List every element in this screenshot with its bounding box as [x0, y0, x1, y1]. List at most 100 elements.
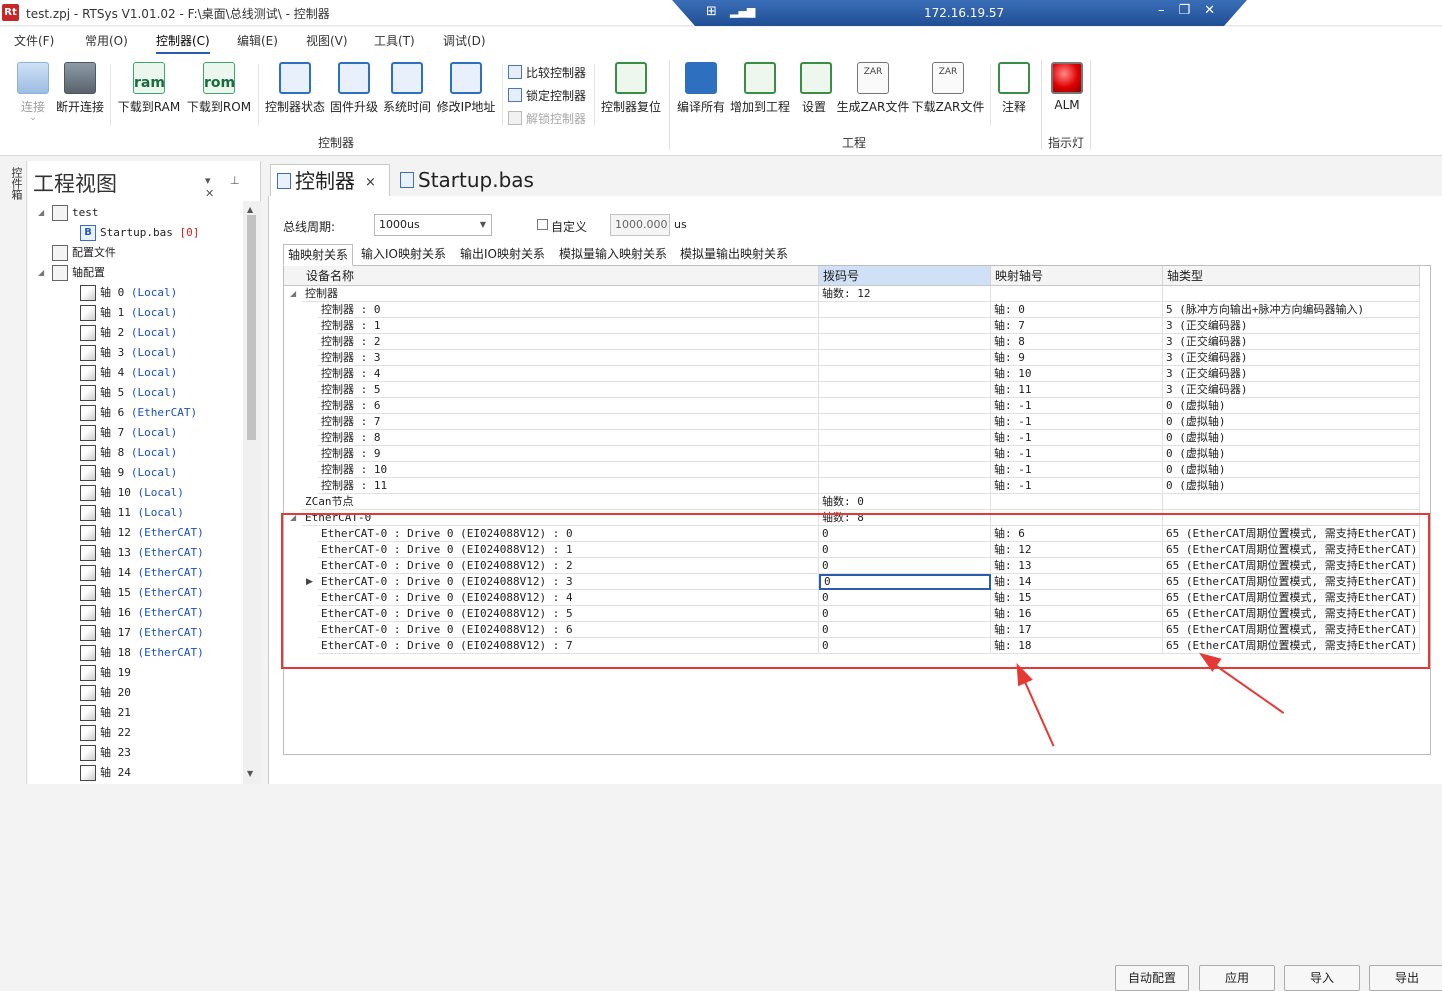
bus-cycle-select[interactable]: 1000us ▼: [374, 214, 492, 236]
cell-dip[interactable]: 轴数: 0: [819, 494, 991, 510]
tab-controller[interactable]: 控制器 ×: [270, 164, 390, 196]
tree-item[interactable]: 轴 21: [28, 703, 243, 723]
close-icon[interactable]: ×: [365, 175, 376, 190]
cell-type[interactable]: 0 (虚拟轴): [1163, 446, 1420, 462]
scroll-up-icon[interactable]: ▲: [247, 205, 253, 214]
download-rom-button[interactable]: rom 下载到ROM: [185, 62, 253, 115]
tab-startup-bas[interactable]: Startup.bas: [394, 164, 544, 196]
tree-item[interactable]: 轴 16 (EtherCAT): [28, 603, 243, 623]
add-to-project-button[interactable]: 增加到工程: [729, 62, 791, 115]
tree-item[interactable]: 轴 24: [28, 763, 243, 783]
menu-edit[interactable]: 编辑(E): [237, 32, 278, 49]
pin-icon[interactable]: ⊞: [706, 4, 717, 19]
settings-button[interactable]: 设置: [800, 62, 832, 115]
cell-dip[interactable]: [819, 302, 991, 318]
cell-dip[interactable]: [819, 350, 991, 366]
table-row[interactable]: 控制器 : 10 轴: -1 0 (虚拟轴): [284, 462, 1420, 478]
cell-type[interactable]: 0 (虚拟轴): [1163, 398, 1420, 414]
cell-dip[interactable]: [819, 318, 991, 334]
download-ram-button[interactable]: ram 下载到RAM: [116, 62, 182, 115]
toolbox-label[interactable]: 控件箱: [8, 167, 24, 200]
menu-common[interactable]: 常用(O): [85, 32, 128, 49]
panel-controls[interactable]: ▾ ⊥ ✕: [205, 174, 260, 200]
cell-axis[interactable]: 轴: 10: [991, 366, 1163, 382]
tree-item[interactable]: 轴 5 (Local): [28, 383, 243, 403]
table-row[interactable]: 控制器 : 8 轴: -1 0 (虚拟轴): [284, 430, 1420, 446]
tab-input-io-mapping[interactable]: 输入IO映射关系: [361, 244, 446, 266]
cell-dip[interactable]: 轴数: 12: [819, 286, 991, 302]
tree-item[interactable]: 轴 15 (EtherCAT): [28, 583, 243, 603]
cell-type[interactable]: 3 (正交编码器): [1163, 318, 1420, 334]
cell-type[interactable]: [1163, 494, 1420, 510]
table-row[interactable]: 控制器 : 0 轴: 05 (脉冲方向输出+脉冲方向编码器输入): [284, 302, 1420, 318]
table-row[interactable]: 控制器 轴数: 12 ◢: [284, 286, 1420, 302]
lock-controller-button[interactable]: 锁定控制器: [508, 87, 586, 107]
tab-output-io-mapping[interactable]: 输出IO映射关系: [460, 244, 545, 266]
menu-debug[interactable]: 调试(D): [443, 32, 486, 49]
cell-dip[interactable]: [819, 398, 991, 414]
cell-type[interactable]: 3 (正交编码器): [1163, 334, 1420, 350]
tree-item[interactable]: 轴 12 (EtherCAT): [28, 523, 243, 543]
custom-cycle-input[interactable]: 1000.000: [610, 214, 670, 236]
toolbox-strip[interactable]: 控件箱: [0, 161, 27, 784]
expand-toggle-icon[interactable]: ◢: [290, 286, 296, 302]
cell-type[interactable]: [1163, 286, 1420, 302]
cell-axis[interactable]: 轴: -1: [991, 430, 1163, 446]
reset-controller-button[interactable]: 控制器复位: [599, 62, 663, 115]
cell-type[interactable]: 3 (正交编码器): [1163, 382, 1420, 398]
tree-item[interactable]: 轴 4 (Local): [28, 363, 243, 383]
tree-item[interactable]: 轴 13 (EtherCAT): [28, 543, 243, 563]
tree-item[interactable]: 轴 1 (Local): [28, 303, 243, 323]
tree-item[interactable]: 轴 0 (Local): [28, 283, 243, 303]
cell-axis[interactable]: 轴: 0: [991, 302, 1163, 318]
tree-item[interactable]: 轴 10 (Local): [28, 483, 243, 503]
tree-item[interactable]: ◢ 轴配置: [28, 263, 243, 283]
column-header-axis[interactable]: 映射轴号: [991, 266, 1163, 286]
auto-config-button[interactable]: 自动配置: [1115, 965, 1189, 991]
column-header-dip[interactable]: 拨码号: [819, 266, 991, 286]
cell-type[interactable]: 3 (正交编码器): [1163, 350, 1420, 366]
firmware-upgrade-button[interactable]: 固件升级: [329, 62, 379, 115]
table-row[interactable]: 控制器 : 5 轴: 11 3 (正交编码器): [284, 382, 1420, 398]
tree-item[interactable]: 轴 17 (EtherCAT): [28, 623, 243, 643]
cell-dip[interactable]: [819, 366, 991, 382]
cell-axis[interactable]: 轴: -1: [991, 414, 1163, 430]
controller-status-button[interactable]: 控制器状态: [263, 62, 327, 115]
remote-window-controls[interactable]: –❐✕: [1158, 3, 1229, 18]
tree-item[interactable]: 轴 2 (Local): [28, 323, 243, 343]
unlock-controller-button[interactable]: 解锁控制器: [508, 110, 586, 130]
export-button[interactable]: 导出: [1369, 965, 1442, 991]
menu-tools[interactable]: 工具(T): [374, 32, 415, 49]
cell-axis[interactable]: 轴: 7: [991, 318, 1163, 334]
table-row[interactable]: 控制器 : 4 轴: 10 3 (正交编码器): [284, 366, 1420, 382]
cell-type[interactable]: 0 (虚拟轴): [1163, 414, 1420, 430]
menu-view[interactable]: 视图(V): [306, 32, 348, 49]
cell-axis[interactable]: 轴: -1: [991, 446, 1163, 462]
tree-scrollbar[interactable]: ▲ ▼: [243, 201, 261, 784]
tree-item[interactable]: 轴 20: [28, 683, 243, 703]
cell-dip[interactable]: [819, 446, 991, 462]
scroll-down-icon[interactable]: ▼: [247, 769, 253, 778]
compare-controller-button[interactable]: 比较控制器: [508, 64, 586, 84]
download-zar-button[interactable]: ZAR 下载ZAR文件: [911, 62, 985, 115]
comment-button[interactable]: 注释: [998, 62, 1030, 115]
tree-item[interactable]: 轴 14 (EtherCAT): [28, 563, 243, 583]
cell-dip[interactable]: [819, 382, 991, 398]
tab-axis-mapping[interactable]: 轴映射关系: [283, 244, 354, 266]
cell-type[interactable]: 3 (正交编码器): [1163, 366, 1420, 382]
expand-toggle-icon[interactable]: ◢: [38, 263, 44, 283]
gen-zar-button[interactable]: ZAR 生成ZAR文件: [836, 62, 910, 115]
tree-item[interactable]: 轴 22: [28, 723, 243, 743]
cell-axis[interactable]: [991, 494, 1163, 510]
tree-item[interactable]: B Startup.bas [0]: [28, 223, 243, 243]
cell-dip[interactable]: [819, 334, 991, 350]
tab-analog-output-mapping[interactable]: 模拟量输出映射关系: [680, 244, 788, 266]
cell-dip[interactable]: [819, 430, 991, 446]
table-row[interactable]: 控制器 : 1 轴: 73 (正交编码器): [284, 318, 1420, 334]
table-row[interactable]: ZCan节点 轴数: 0: [284, 494, 1420, 510]
tab-analog-input-mapping[interactable]: 模拟量输入映射关系: [559, 244, 667, 266]
tree-scroll-thumb[interactable]: [247, 215, 256, 440]
project-tree[interactable]: ◢ test B Startup.bas [0] 配置文件 ◢ 轴配置轴 0 (Local)…: [28, 201, 243, 784]
table-row[interactable]: 控制器 : 3 轴: 93 (正交编码器): [284, 350, 1420, 366]
import-button[interactable]: 导入: [1284, 965, 1360, 991]
